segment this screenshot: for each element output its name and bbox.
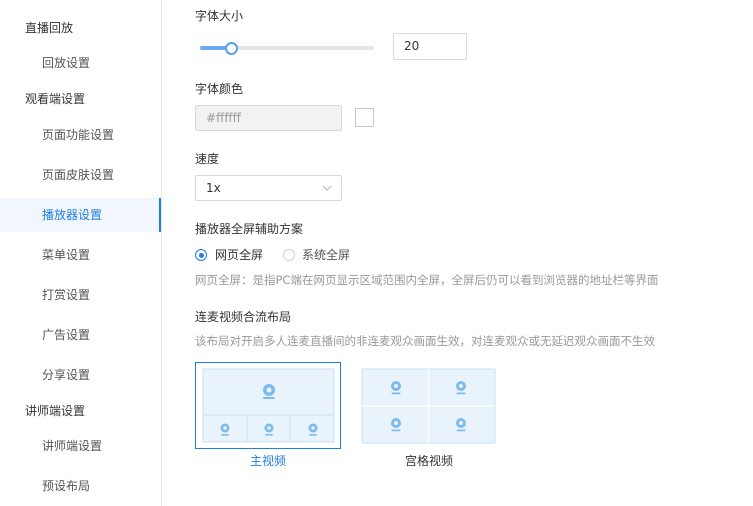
layout-option-main-video-label[interactable]: 主视频: [195, 453, 341, 469]
sidebar-item-player-settings[interactable]: 播放器设置: [0, 207, 203, 223]
layout-option-main-video[interactable]: [195, 362, 341, 449]
radio-web-fullscreen[interactable]: [195, 249, 207, 261]
sidebar-group-viewer-settings[interactable]: 观看端设置: [0, 91, 186, 107]
radio-system-fullscreen-label[interactable]: 系统全屏: [302, 247, 350, 263]
font-color-input: #ffffff: [195, 105, 342, 131]
sidebar-item-reward-settings[interactable]: 打赏设置: [0, 287, 203, 303]
speed-select-value: 1x: [206, 181, 221, 195]
main-video-layout-preview: [202, 368, 335, 443]
sidebar-item-page-function[interactable]: 页面功能设置: [0, 127, 203, 143]
grid-video-layout-preview: [361, 368, 496, 444]
mic-layout-hint: 该布局对开启多人连麦直播间的非连麦观众画面生效，对连麦观众或无延迟观众画面不生效: [195, 334, 655, 348]
speed-label: 速度: [195, 152, 220, 166]
font-color-swatch[interactable]: [355, 108, 374, 127]
sidebar-item-lecturer-settings[interactable]: 讲师端设置: [0, 438, 203, 454]
sidebar-item-menu-settings[interactable]: 菜单设置: [0, 247, 203, 263]
font-size-input[interactable]: 20: [393, 33, 467, 60]
sidebar-item-replay-settings[interactable]: 回放设置: [0, 55, 203, 71]
font-color-label: 字体颜色: [195, 82, 244, 96]
settings-sidebar: 直播回放 回放设置 观看端设置 页面功能设置 页面皮肤设置 播放器设置 菜单设置…: [0, 0, 162, 506]
mic-layout-label: 连麦视频合流布局: [195, 310, 292, 324]
radio-system-fullscreen[interactable]: [283, 249, 295, 261]
font-size-slider-handle[interactable]: [225, 42, 239, 55]
font-size-label: 字体大小: [195, 9, 244, 23]
layout-option-grid-video[interactable]: [359, 362, 499, 449]
speed-select[interactable]: 1x: [195, 175, 342, 201]
fullscreen-hint: 网页全屏：是指PC端在网页显示区域范围内全屏，全屏后仍可以看到浏览器的地址栏等界…: [195, 273, 659, 287]
chevron-down-icon: [322, 185, 332, 191]
sidebar-item-share-settings[interactable]: 分享设置: [0, 367, 203, 383]
sidebar-item-page-skin[interactable]: 页面皮肤设置: [0, 167, 203, 183]
sidebar-item-ad-settings[interactable]: 广告设置: [0, 327, 203, 343]
sidebar-item-preset-layout[interactable]: 预设布局: [0, 478, 203, 494]
layout-option-grid-video-label[interactable]: 宫格视频: [359, 453, 499, 469]
sidebar-group-lecturer-settings[interactable]: 讲师端设置: [0, 403, 186, 419]
radio-web-fullscreen-label[interactable]: 网页全屏: [215, 247, 263, 263]
sidebar-group-live-replay[interactable]: 直播回放: [0, 20, 186, 36]
fullscreen-scheme-label: 播放器全屏辅助方案: [195, 222, 304, 236]
